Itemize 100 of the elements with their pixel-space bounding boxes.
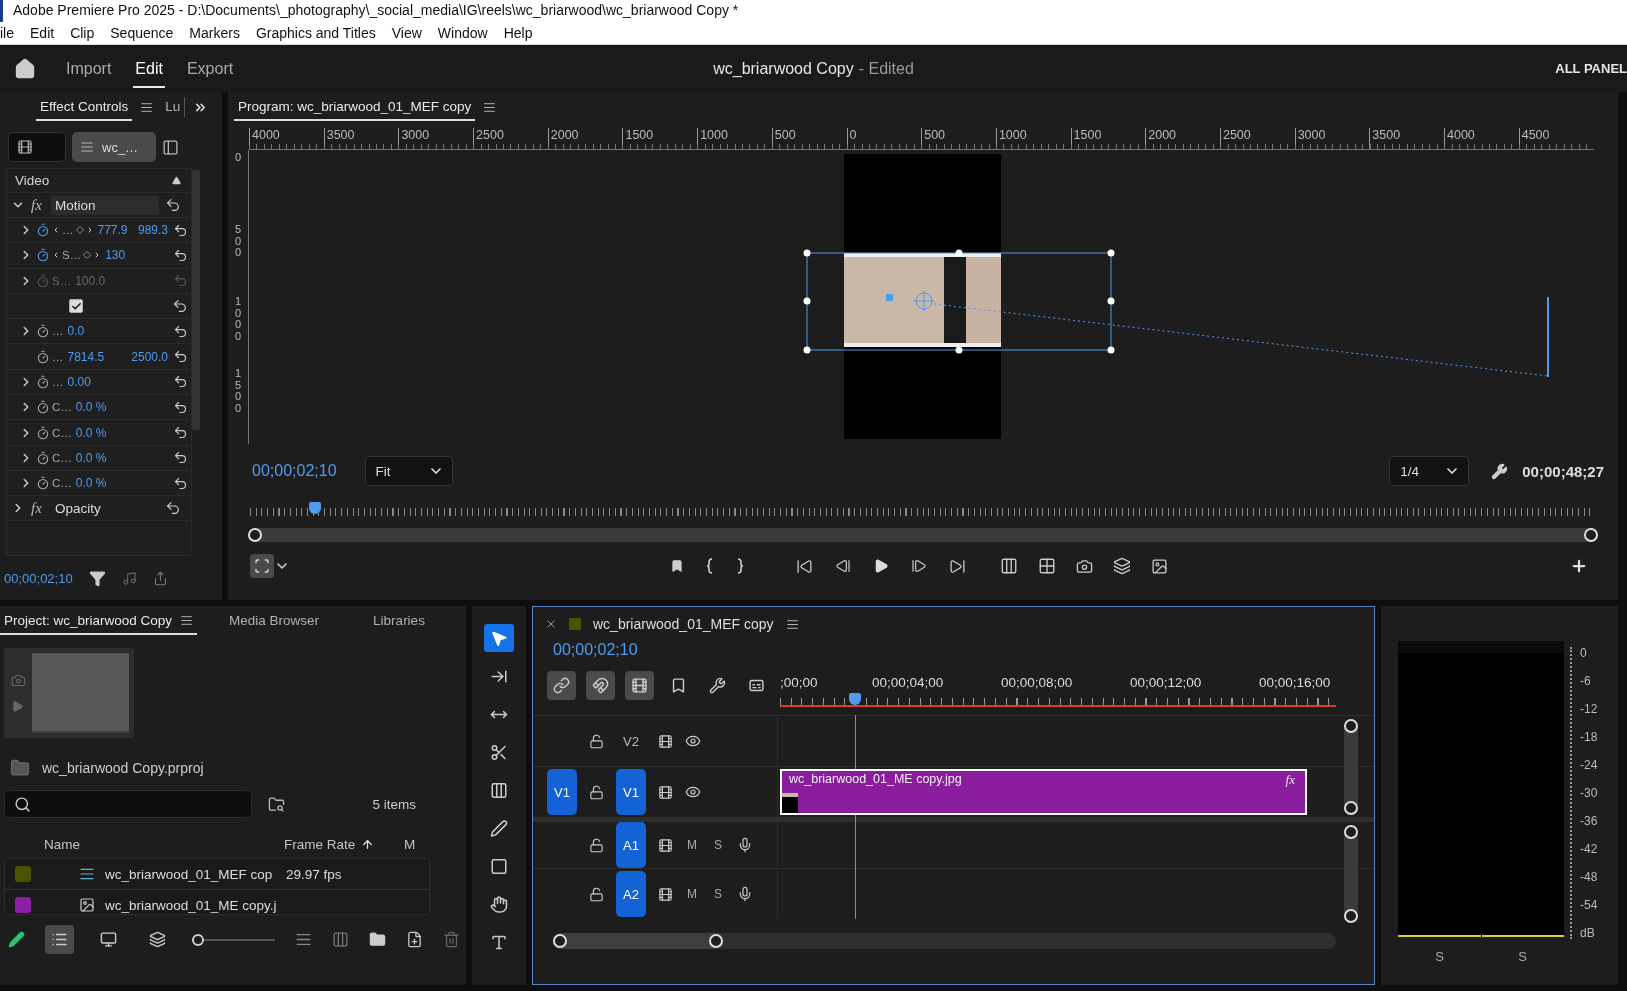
param-value[interactable]: 0.0 %: [75, 425, 107, 440]
lock-icon[interactable]: [589, 837, 604, 853]
go-to-in-icon[interactable]: [796, 557, 813, 575]
search-field[interactable]: [4, 790, 252, 818]
param-value[interactable]: 777.9: [97, 223, 128, 238]
pencil-icon[interactable]: [8, 931, 25, 948]
magnet-button[interactable]: [586, 670, 615, 700]
track-target[interactable]: A1: [616, 822, 646, 868]
sequence-title[interactable]: wc_briarwood_01_MEF copy: [593, 616, 774, 632]
solo-toggle[interactable]: S: [711, 887, 725, 901]
reset-icon[interactable]: [173, 475, 188, 491]
column-header[interactable]: Frame Rate: [284, 836, 404, 852]
workspace-tab[interactable]: Edit: [133, 49, 165, 88]
param-value[interactable]: 0.0 %: [75, 450, 107, 465]
panel-tab[interactable]: Project: wc_briarwood Copy: [0, 607, 198, 635]
lock-icon[interactable]: [589, 784, 604, 800]
microphone-icon[interactable]: [737, 837, 753, 853]
menu-icon[interactable]: [785, 617, 799, 631]
menu-item[interactable]: ile: [0, 25, 22, 41]
timecode[interactable]: 00;00;02;10: [252, 462, 337, 480]
resolution-dropdown[interactable]: 1/4: [1389, 456, 1470, 486]
eye-icon[interactable]: [685, 784, 701, 800]
param-value[interactable]: 7814.5: [67, 349, 105, 364]
menu-item[interactable]: Markers: [181, 25, 248, 41]
stopwatch-icon[interactable]: [35, 400, 50, 415]
new-item-icon[interactable]: [406, 931, 423, 948]
reset-icon[interactable]: [173, 247, 188, 263]
param-value[interactable]: 989.3: [137, 223, 168, 238]
effect-name[interactable]: Motion: [51, 195, 159, 215]
wrench-icon[interactable]: [1491, 462, 1509, 480]
mute-toggle[interactable]: M: [685, 838, 699, 852]
effect-name[interactable]: Opacity: [51, 498, 159, 518]
film-icon[interactable]: [658, 733, 673, 749]
panel-tab[interactable]: Program: wc_briarwood_01_MEF copy: [234, 93, 476, 121]
reset-icon[interactable]: [173, 399, 188, 415]
stopwatch-icon[interactable]: [35, 476, 50, 491]
menu-item[interactable]: View: [383, 25, 430, 41]
item-name[interactable]: wc_briarwood_01_ME copy.j: [105, 897, 286, 913]
link-button[interactable]: [547, 670, 576, 700]
reset-icon[interactable]: [173, 425, 188, 440]
panel-tab[interactable]: Media Browser: [225, 607, 324, 635]
playhead[interactable]: [849, 693, 862, 705]
safe-margins-button[interactable]: [250, 554, 274, 578]
solo-toggle[interactable]: S: [711, 838, 725, 852]
solo-toggle[interactable]: S: [1481, 949, 1564, 964]
timecode[interactable]: 00;00;02;10: [553, 641, 638, 658]
reset-icon[interactable]: [173, 222, 188, 238]
stopwatch-icon[interactable]: [35, 349, 50, 364]
label-swatch[interactable]: [15, 866, 31, 882]
stopwatch-icon[interactable]: [35, 374, 50, 389]
reset-icon[interactable]: [172, 298, 188, 315]
close-icon[interactable]: [545, 618, 557, 630]
stopwatch-icon[interactable]: [35, 425, 50, 440]
triangle-up-icon[interactable]: [172, 176, 181, 185]
panel-tab[interactable]: Libraries: [369, 607, 429, 635]
source-patch[interactable]: V1: [547, 769, 577, 815]
reset-icon[interactable]: [173, 323, 188, 339]
param-value[interactable]: 0.0: [67, 324, 85, 339]
menu-item[interactable]: Window: [429, 25, 496, 41]
item-name[interactable]: wc_briarwood_01_MEF cop: [105, 866, 286, 882]
panel-tab[interactable]: Effect Controls: [36, 93, 133, 121]
image-icon[interactable]: [1151, 557, 1168, 575]
label-swatch[interactable]: [15, 897, 31, 913]
menu-item[interactable]: Clip: [62, 25, 103, 41]
new-bin-icon[interactable]: [369, 931, 386, 948]
play-icon[interactable]: [873, 558, 889, 574]
clip-selector[interactable]: wc_…: [72, 132, 156, 162]
step-forward-icon[interactable]: [911, 558, 927, 574]
menu-item[interactable]: Sequence: [102, 25, 182, 41]
workspace-tab[interactable]: Export: [184, 49, 236, 88]
folder-search-icon[interactable]: [268, 795, 285, 813]
microphone-icon[interactable]: [737, 886, 753, 902]
add-button-icon[interactable]: [1570, 557, 1588, 575]
reset-icon[interactable]: [173, 450, 188, 466]
param-value[interactable]: 0.0 %: [75, 400, 107, 415]
stopwatch-icon[interactable]: [35, 223, 50, 238]
checkbox[interactable]: [69, 299, 83, 314]
menu-item[interactable]: Graphics and Titles: [247, 25, 384, 41]
filter-icon[interactable]: [88, 569, 106, 587]
home-button[interactable]: [14, 57, 36, 80]
workspace-tab[interactable]: Import: [64, 49, 114, 88]
track-target[interactable]: V1: [616, 769, 646, 815]
solo-toggle[interactable]: S: [1398, 949, 1481, 964]
stopwatch-icon[interactable]: [35, 450, 50, 465]
stopwatch-icon[interactable]: [35, 248, 50, 263]
panel-tab[interactable]: Lu: [161, 96, 186, 118]
track-target[interactable]: A2: [616, 871, 646, 917]
reset-icon[interactable]: [173, 349, 188, 365]
timeline-clip[interactable]: wc_briarwood_01_ME copy.jpg fx: [780, 769, 1307, 815]
playhead[interactable]: [308, 502, 321, 514]
mark-out-icon[interactable]: [736, 558, 744, 574]
param-value[interactable]: 0.00: [67, 374, 91, 389]
step-back-icon[interactable]: [835, 558, 851, 574]
camera-icon[interactable]: [1076, 557, 1093, 575]
film-icon[interactable]: [658, 837, 673, 853]
param-value[interactable]: 0.0 %: [75, 476, 107, 491]
timecode[interactable]: 00;00;02;10: [4, 570, 73, 586]
scrollbar[interactable]: [553, 933, 1336, 949]
menu-item[interactable]: Edit: [22, 25, 63, 41]
previous-keyframe-icon[interactable]: [52, 226, 60, 235]
